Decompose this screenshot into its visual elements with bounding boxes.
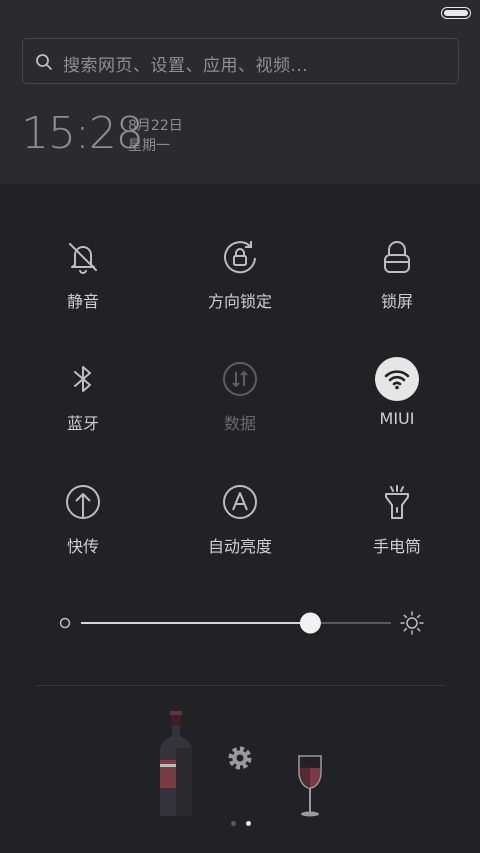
wine-illustration xyxy=(160,711,322,817)
clock-date[interactable]: 8月22日 星期一 xyxy=(128,116,183,156)
weekday-text: 星期一 xyxy=(128,138,170,154)
toggle-label: MIUI xyxy=(379,409,415,428)
toggle-label: 快传 xyxy=(66,537,99,556)
toggle-mute[interactable]: 静音 xyxy=(3,238,163,312)
battery-icon xyxy=(441,7,471,19)
page-dot[interactable] xyxy=(231,821,236,826)
wine-bottle-icon xyxy=(160,711,192,816)
page-indicator xyxy=(231,811,256,830)
toggle-label: 手电筒 xyxy=(372,537,421,556)
lock-icon xyxy=(384,241,410,273)
search-placeholder: 搜索网页、设置、应用、视频... xyxy=(63,56,309,76)
brightness-low-icon xyxy=(59,617,71,629)
toggle-wifi[interactable]: MIUI xyxy=(317,357,477,428)
divider xyxy=(36,685,445,686)
toggle-label: 方向锁定 xyxy=(207,292,272,311)
header-panel: 搜索网页、设置、应用、视频... 15:28 8月22日 星期一 xyxy=(0,0,480,184)
toggle-mobile-data[interactable]: 数据 xyxy=(160,360,320,434)
bluetooth-icon xyxy=(74,366,91,392)
toggle-label: 静音 xyxy=(66,292,99,311)
slider-thumb[interactable] xyxy=(299,612,321,634)
wifi-icon xyxy=(375,357,419,401)
toggle-rotation-lock[interactable]: 方向锁定 xyxy=(160,238,320,312)
toggle-auto-brightness[interactable]: 自动亮度 xyxy=(160,483,320,557)
toggle-lock-screen[interactable]: 锁屏 xyxy=(317,238,477,312)
toggle-flashlight[interactable]: 手电筒 xyxy=(317,483,477,557)
mute-bell-icon xyxy=(69,243,97,274)
toggle-label: 蓝牙 xyxy=(66,414,99,433)
toggle-label: 锁屏 xyxy=(380,292,413,311)
mobile-data-icon xyxy=(223,362,257,396)
toggle-label: 数据 xyxy=(223,414,256,433)
toggle-quick-transfer[interactable]: 快传 xyxy=(3,483,163,557)
brightness-slider[interactable] xyxy=(58,610,424,636)
toggle-bluetooth[interactable]: 蓝牙 xyxy=(3,360,163,434)
rotation-lock-icon xyxy=(224,241,256,274)
toggle-label: 自动亮度 xyxy=(207,537,272,556)
page-dot-active[interactable] xyxy=(246,821,252,826)
search-icon xyxy=(36,54,52,70)
quick-transfer-icon xyxy=(66,485,100,519)
clock-time[interactable]: 15:28 xyxy=(21,108,144,159)
date-text: 8月22日 xyxy=(128,118,183,134)
wine-glass-icon xyxy=(298,755,322,817)
search-bar[interactable]: 搜索网页、设置、应用、视频... xyxy=(22,38,459,84)
auto-brightness-icon xyxy=(223,485,257,519)
flashlight-icon xyxy=(385,485,409,519)
gear-icon[interactable] xyxy=(228,746,252,770)
brightness-high-icon xyxy=(400,611,424,635)
